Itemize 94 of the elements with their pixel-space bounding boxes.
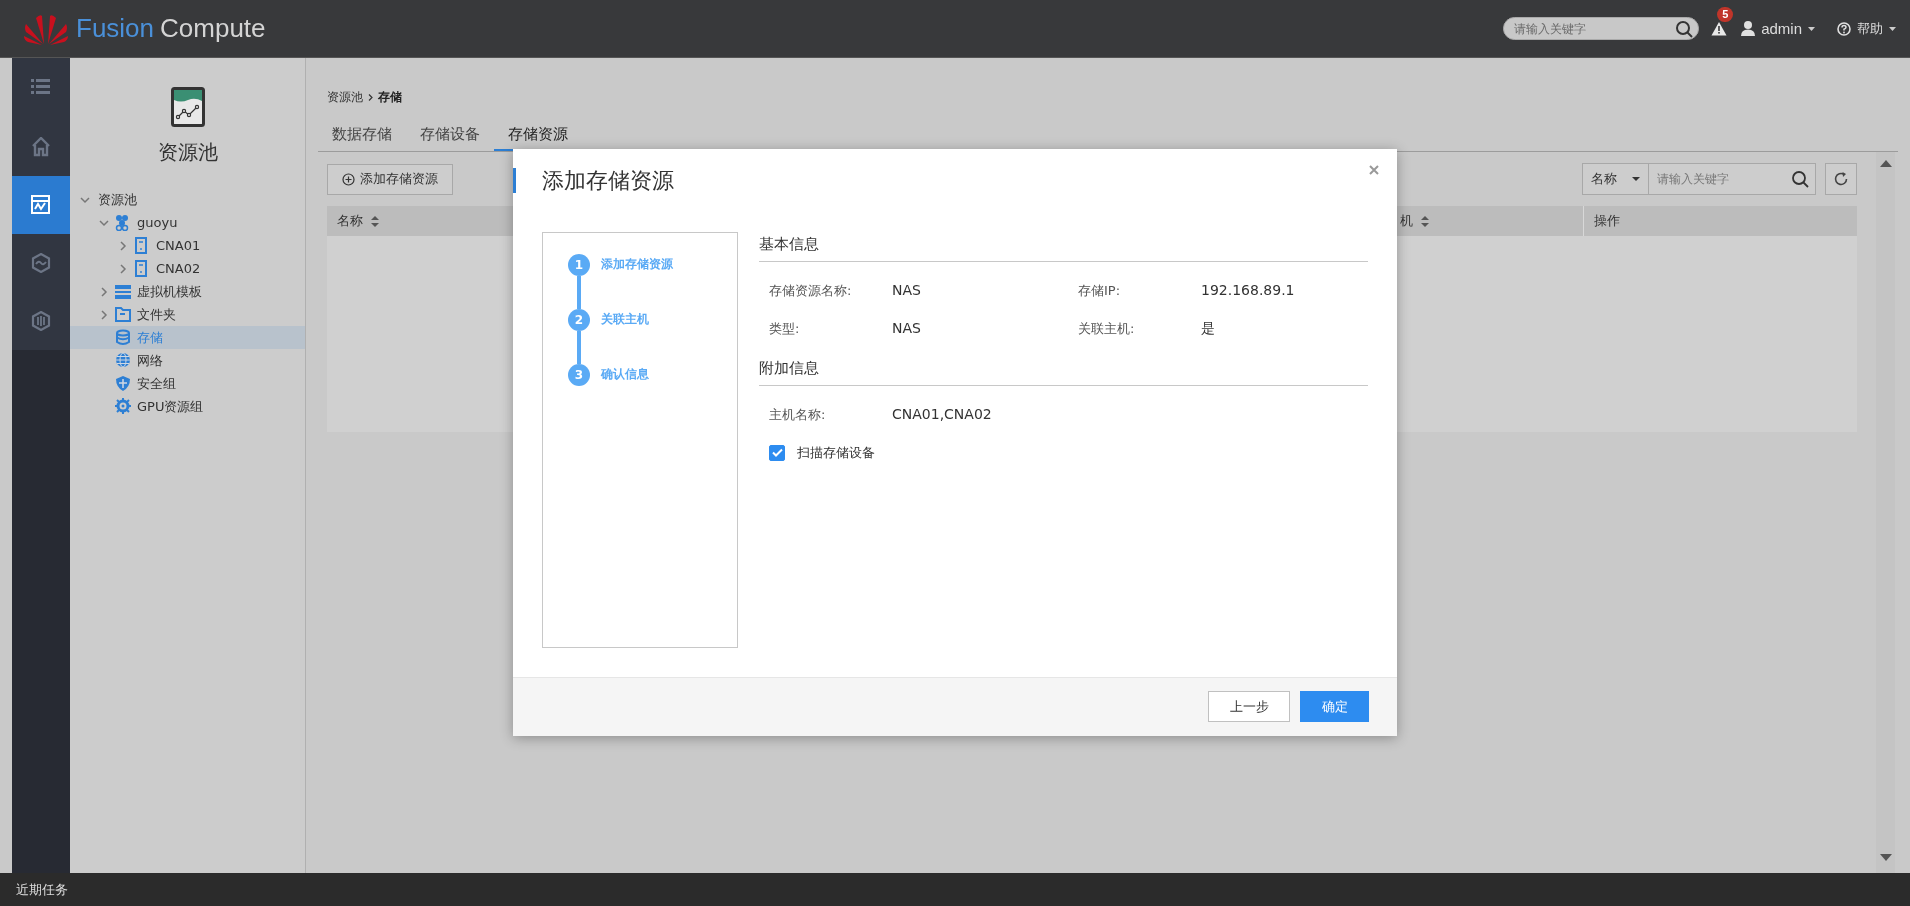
column-header[interactable]: 机: [1400, 212, 1413, 230]
step-label: 添加存储资源: [601, 256, 673, 274]
recent-tasks-link[interactable]: 近期任务: [16, 880, 68, 899]
nav-item[interactable]: [12, 58, 70, 118]
tree-item[interactable]: 虚拟机模板: [70, 280, 305, 303]
tab[interactable]: 存储设备: [406, 125, 494, 151]
breadcrumb-link[interactable]: 资源池: [327, 88, 363, 106]
chevron-down-icon: [80, 194, 90, 205]
close-button[interactable]: [1369, 165, 1379, 175]
resource-pool-icon: [170, 87, 205, 127]
field-label: 关联主机:: [1078, 319, 1136, 338]
server-icon: [134, 237, 150, 254]
panel-title: 资源池: [157, 139, 218, 166]
plus-circle-icon: [342, 172, 355, 186]
nav-item[interactable]: [12, 176, 70, 234]
field-label: 类型:: [769, 319, 801, 338]
tree-item[interactable]: 文件夹: [70, 303, 305, 326]
scroll-up-icon[interactable]: [1879, 160, 1892, 167]
section-title: 附加信息: [759, 355, 1368, 386]
notification-badge: 5: [1717, 7, 1734, 22]
checkbox-label: 扫描存储设备: [797, 443, 875, 462]
scroll-down-icon[interactable]: [1879, 854, 1892, 861]
sort-icon: [1421, 215, 1429, 227]
tree-item[interactable]: GPU资源组: [70, 395, 305, 418]
chevron-right-icon: [368, 93, 373, 101]
field-value: NAS: [892, 319, 922, 338]
field-label: 存储IP:: [1078, 281, 1122, 300]
step-connector: [577, 275, 581, 309]
brand-name: Compute: [160, 13, 266, 43]
chevron-right-icon: [118, 263, 128, 274]
column-header[interactable]: 名称: [337, 212, 363, 230]
caret-icon: [1889, 26, 1896, 31]
database-icon: [115, 329, 131, 346]
chip-icon: [115, 398, 131, 415]
help-icon: [1837, 21, 1851, 36]
cluster-icon: [115, 214, 131, 231]
tree-item[interactable]: guoyu: [70, 211, 305, 234]
user-menu[interactable]: admin: [1741, 20, 1815, 37]
nav-item[interactable]: [12, 118, 70, 176]
sort-icon: [371, 215, 379, 227]
back-button[interactable]: 上一步: [1208, 691, 1290, 723]
search-field[interactable]: 请输入关键字: [1503, 17, 1700, 40]
step-label: 关联主机: [601, 311, 649, 329]
field-value: NAS: [892, 281, 922, 300]
tree-item[interactable]: 资源池: [70, 188, 305, 211]
chart-icon: [31, 195, 51, 215]
step-connector: [577, 330, 581, 364]
search-icon: [1675, 20, 1694, 38]
close-icon: [1369, 165, 1379, 175]
step-number: 2: [568, 308, 590, 331]
chevron-down-icon: [99, 217, 109, 228]
step-number: 1: [568, 253, 590, 276]
server-icon: [134, 260, 150, 277]
tab[interactable]: 数据存储: [318, 125, 406, 151]
folder-icon: [115, 306, 131, 323]
nav-item[interactable]: [12, 234, 70, 292]
tree-item[interactable]: 网络: [70, 349, 305, 372]
globe-icon: [115, 352, 131, 369]
search-filter[interactable]: 名称 请输入关键字: [1582, 163, 1816, 195]
search-icon: [1791, 170, 1809, 188]
template-icon: [115, 283, 131, 300]
step-number: 3: [568, 363, 590, 386]
check-icon: [771, 448, 783, 458]
user-icon: [1741, 21, 1756, 36]
home-icon: [31, 137, 51, 157]
tree-item[interactable]: 安全组: [70, 372, 305, 395]
warning-icon[interactable]: [1711, 21, 1728, 36]
hexagon-icon: [31, 311, 51, 331]
step-label: 确认信息: [601, 366, 649, 384]
field-value: 是: [1201, 319, 1216, 338]
field-value: CNA01,CNA02: [892, 405, 993, 424]
hexagon-icon: [31, 253, 51, 273]
chevron-right-icon: [99, 286, 109, 297]
refresh-button[interactable]: [1825, 163, 1857, 195]
checkbox[interactable]: [769, 444, 785, 461]
shield-icon: [115, 375, 131, 392]
tree-item[interactable]: CNA01: [70, 234, 305, 257]
field-label: 主机名称:: [769, 405, 827, 424]
section-title: 基本信息: [759, 231, 1368, 262]
field-value: 192.168.89.1: [1201, 281, 1296, 300]
column-header: 操作: [1594, 212, 1620, 230]
nav-item[interactable]: [12, 292, 70, 350]
field-label: 存储资源名称:: [769, 281, 853, 300]
tree-item[interactable]: CNA02: [70, 257, 305, 280]
brand-name: Fusion: [76, 13, 155, 43]
add-button[interactable]: 添加存储资源: [327, 163, 453, 195]
breadcrumb-current: 存储: [378, 88, 402, 106]
refresh-icon: [1833, 171, 1849, 187]
caret-icon: [1632, 177, 1640, 181]
chevron-right-icon: [118, 240, 128, 251]
help-menu[interactable]: 帮助: [1837, 19, 1896, 38]
chevron-right-icon: [99, 309, 109, 320]
dialog-title: 添加存储资源: [542, 166, 674, 195]
caret-icon: [1808, 26, 1815, 31]
